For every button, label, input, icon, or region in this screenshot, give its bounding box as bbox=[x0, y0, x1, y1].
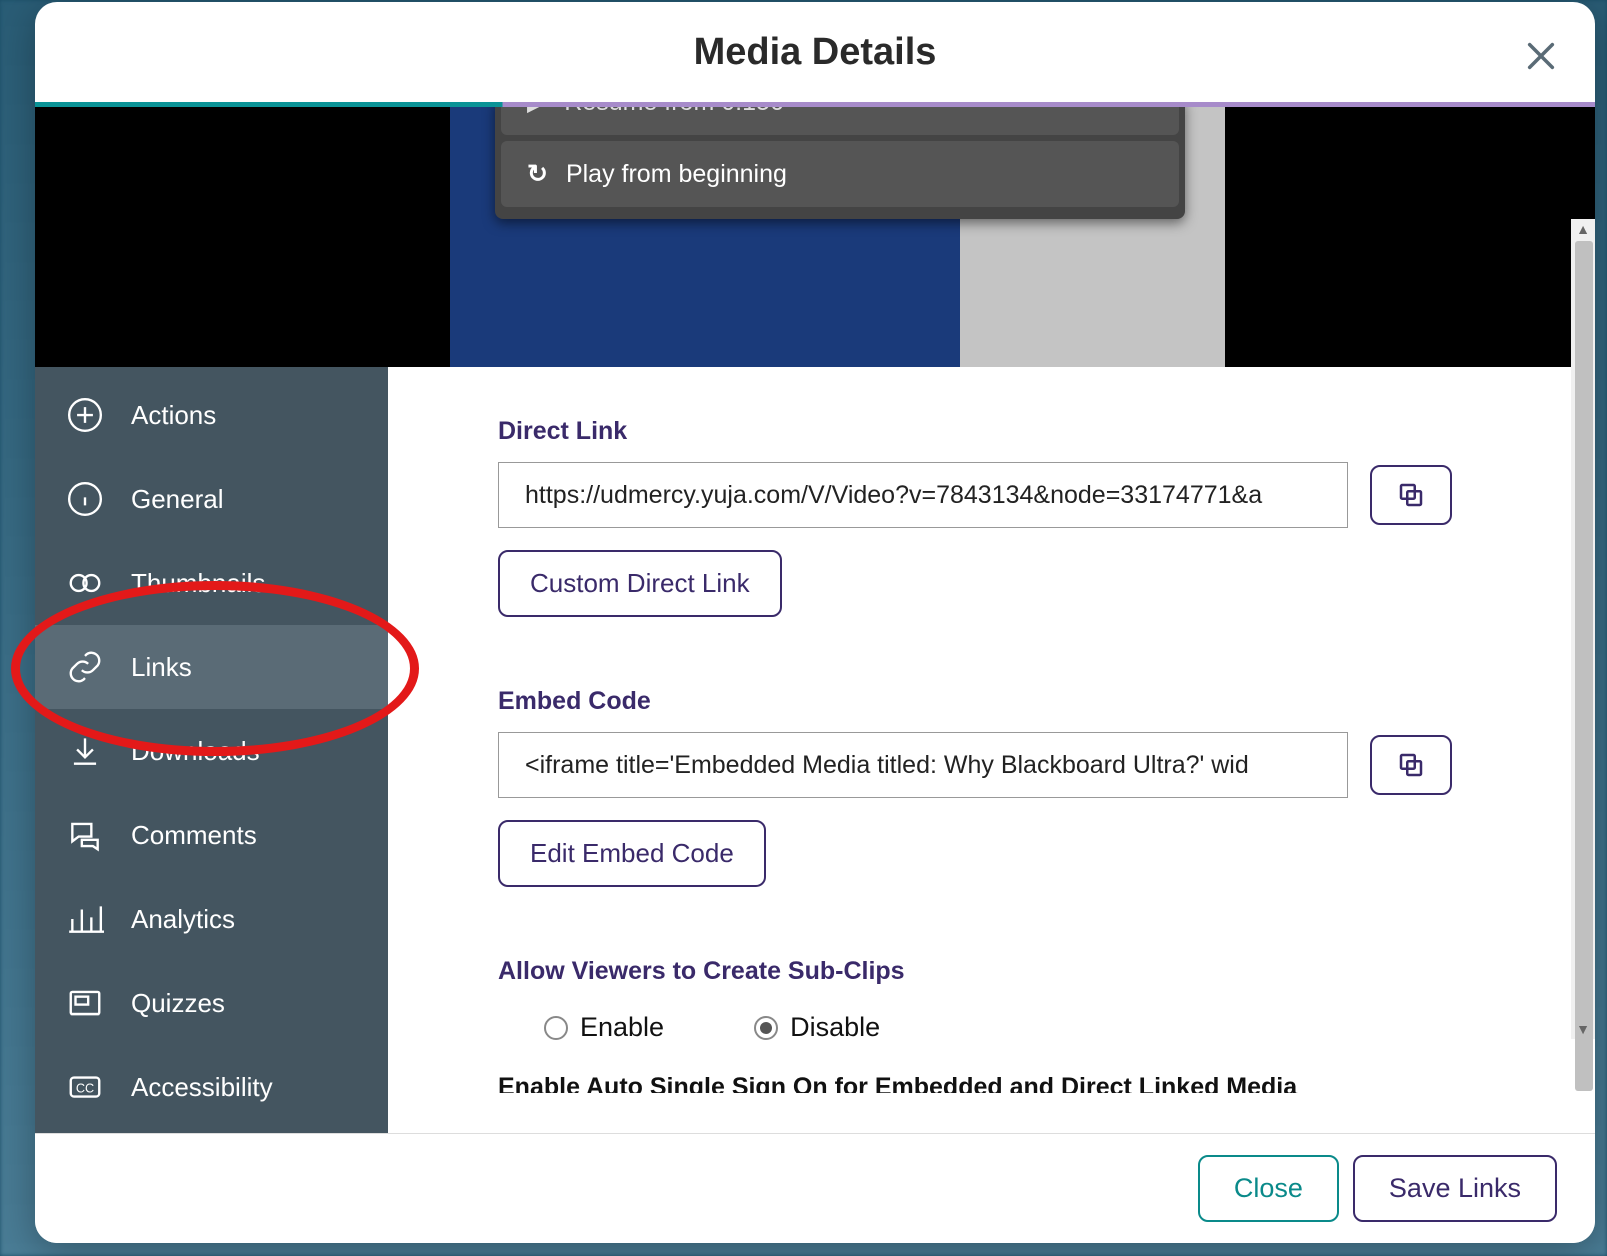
sidebar-item-label: Links bbox=[131, 652, 192, 683]
plus-circle-icon bbox=[65, 395, 105, 435]
embed-code-input[interactable] bbox=[498, 732, 1348, 798]
sidebar-item-accessibility[interactable]: CC Accessibility bbox=[35, 1045, 388, 1129]
cc-icon: CC bbox=[65, 1067, 105, 1107]
links-panel: Direct Link Custom Direct Link Embed Cod… bbox=[388, 367, 1595, 1133]
sidebar-item-actions[interactable]: Actions bbox=[35, 373, 388, 457]
scrollbar[interactable] bbox=[1571, 219, 1595, 1039]
sidebar-item-links[interactable]: Links bbox=[35, 625, 388, 709]
embed-code-label: Embed Code bbox=[498, 687, 1535, 716]
scroll-down-icon[interactable]: ▼ bbox=[1575, 1021, 1591, 1037]
radio-icon bbox=[544, 1016, 568, 1040]
direct-link-input[interactable] bbox=[498, 462, 1348, 528]
sidebar-item-label: General bbox=[131, 484, 224, 515]
svg-text:CC: CC bbox=[76, 1082, 94, 1096]
download-icon bbox=[65, 731, 105, 771]
modal-footer: Close Save Links bbox=[35, 1133, 1595, 1243]
subclips-radio-group: Enable Disable bbox=[498, 1002, 1535, 1073]
custom-direct-link-button[interactable]: Custom Direct Link bbox=[498, 550, 782, 617]
scroll-up-icon[interactable]: ▲ bbox=[1575, 221, 1591, 237]
menu-item-label: Play from beginning bbox=[566, 160, 787, 189]
sso-section-label: Enable Auto Single Sign On for Embedded … bbox=[498, 1073, 1535, 1093]
close-icon bbox=[1524, 39, 1558, 73]
sidebar-item-comments[interactable]: Comments bbox=[35, 793, 388, 877]
sidebar: Actions General Thumbnails Links Downloa… bbox=[35, 367, 388, 1133]
edit-embed-button[interactable]: Edit Embed Code bbox=[498, 820, 766, 887]
subclips-enable-radio[interactable]: Enable bbox=[544, 1012, 664, 1043]
sidebar-item-quizzes[interactable]: Quizzes bbox=[35, 961, 388, 1045]
sidebar-item-downloads[interactable]: Downloads bbox=[35, 709, 388, 793]
scrollbar-thumb[interactable] bbox=[1575, 241, 1593, 1091]
direct-link-label: Direct Link bbox=[498, 417, 1535, 446]
radio-icon bbox=[754, 1016, 778, 1040]
sidebar-item-label: Analytics bbox=[131, 904, 235, 935]
sidebar-item-analytics[interactable]: Analytics bbox=[35, 877, 388, 961]
save-links-button[interactable]: Save Links bbox=[1353, 1155, 1557, 1222]
sidebar-item-label: Actions bbox=[131, 400, 216, 431]
subclips-disable-radio[interactable]: Disable bbox=[754, 1012, 880, 1043]
close-button[interactable]: Close bbox=[1198, 1155, 1339, 1222]
menu-item-resume[interactable]: ▶ Resume from 0:156 bbox=[501, 107, 1179, 135]
analytics-icon bbox=[65, 899, 105, 939]
video-resume-menu: ▶ Resume from 0:156 ↻ Play from beginnin… bbox=[495, 107, 1185, 219]
subclips-label: Allow Viewers to Create Sub-Clips bbox=[498, 957, 1535, 986]
replay-icon: ↻ bbox=[527, 159, 548, 189]
modal-header: Media Details bbox=[35, 2, 1595, 107]
sidebar-item-label: Downloads bbox=[131, 736, 260, 767]
radio-label: Enable bbox=[580, 1012, 664, 1043]
modal-title: Media Details bbox=[694, 31, 937, 74]
copy-icon bbox=[1396, 750, 1426, 780]
copy-icon bbox=[1396, 480, 1426, 510]
media-details-modal: Media Details ▶ Resume from 0:156 ↻ Play… bbox=[35, 2, 1595, 1243]
quizzes-icon bbox=[65, 983, 105, 1023]
radio-label: Disable bbox=[790, 1012, 880, 1043]
sidebar-item-label: Accessibility bbox=[131, 1072, 273, 1103]
copy-direct-link-button[interactable] bbox=[1370, 465, 1452, 525]
copy-embed-button[interactable] bbox=[1370, 735, 1452, 795]
sidebar-item-label: Thumbnails bbox=[131, 568, 265, 599]
video-preview[interactable]: ▶ Resume from 0:156 ↻ Play from beginnin… bbox=[35, 107, 1595, 367]
comments-icon bbox=[65, 815, 105, 855]
sidebar-item-thumbnails[interactable]: Thumbnails bbox=[35, 541, 388, 625]
menu-item-label: Resume from 0:156 bbox=[564, 107, 784, 117]
link-icon bbox=[65, 647, 105, 687]
info-icon bbox=[65, 479, 105, 519]
modal-body: ▶ Resume from 0:156 ↻ Play from beginnin… bbox=[35, 107, 1595, 1133]
sidebar-item-label: Quizzes bbox=[131, 988, 225, 1019]
sidebar-item-label: Comments bbox=[131, 820, 257, 851]
close-icon-button[interactable] bbox=[1519, 34, 1563, 78]
sidebar-item-general[interactable]: General bbox=[35, 457, 388, 541]
play-icon: ▶ bbox=[527, 107, 546, 117]
thumbnails-icon bbox=[65, 563, 105, 603]
menu-item-play-beginning[interactable]: ↻ Play from beginning bbox=[501, 141, 1179, 207]
